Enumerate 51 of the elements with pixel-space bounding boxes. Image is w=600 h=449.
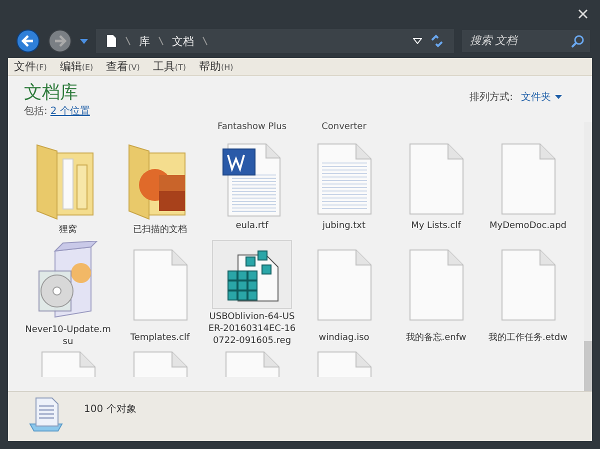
address-bar[interactable]: 库 文档: [96, 29, 454, 53]
file-label: Fantashow Plus: [217, 122, 287, 132]
file-label: 已扫描的文档: [132, 224, 188, 236]
file-label: 狸窝: [58, 224, 78, 236]
file-label: Never10-Update.msu: [24, 324, 112, 348]
includes-label: 包括:: [24, 105, 48, 118]
menu-item[interactable]: 工具(T): [152, 59, 186, 74]
refresh-icon[interactable]: [430, 34, 444, 48]
file-label: windiag.iso: [318, 332, 370, 344]
document-icon: [106, 34, 117, 48]
item-count: 100 个对象: [84, 402, 136, 416]
search-field[interactable]: 搜索 文档: [462, 30, 590, 52]
breadcrumb-separator-icon: [202, 36, 208, 46]
file-label: 我的工作任务.etdw: [487, 332, 568, 344]
arrange-dropdown[interactable]: 文件夹: [521, 90, 562, 104]
blank-file-icon: [500, 249, 556, 321]
text-file-icon: [316, 143, 372, 215]
file-label: Templates.clf: [129, 332, 191, 344]
file-item[interactable]: [212, 240, 292, 309]
history-dropdown-icon[interactable]: [80, 38, 88, 44]
blank-file-icon: [500, 143, 556, 215]
file-label: jubing.txt: [321, 220, 367, 232]
scrollbar-thumb[interactable]: [584, 341, 592, 391]
file-label: MyDemoDoc.apd: [488, 220, 568, 232]
menu-item[interactable]: 查看(V): [106, 59, 140, 74]
file-label: My Lists.clf: [410, 220, 462, 232]
menu-item[interactable]: 帮助(H): [199, 59, 234, 74]
blank-file-icon: [408, 249, 464, 321]
file-label: USBOblivion-64-USER-20160314EC-160722-091605.reg: [208, 311, 296, 347]
blank-file-icon: [132, 249, 188, 321]
word-document-icon: [222, 141, 282, 217]
menu-item[interactable]: 编辑(E): [60, 59, 94, 74]
locations-link[interactable]: 2 个位置: [50, 104, 90, 118]
blank-file-icon: [316, 249, 372, 321]
forward-button[interactable]: [48, 29, 72, 53]
file-label: eula.rtf: [234, 220, 270, 232]
arrange-label: 排列方式:: [470, 90, 513, 104]
blank-file-icon: [408, 143, 464, 215]
file-label: 我的备忘.enfw: [404, 332, 468, 344]
menu-item[interactable]: 文件(F): [14, 59, 47, 74]
search-icon[interactable]: [571, 34, 584, 48]
close-icon[interactable]: [578, 9, 588, 19]
breadcrumb-separator-icon: [125, 36, 131, 46]
breadcrumb-item[interactable]: 库: [139, 34, 150, 48]
file-label: Converter: [322, 122, 366, 132]
back-button[interactable]: [16, 29, 40, 53]
library-title: 文档库: [24, 82, 79, 104]
dropdown-icon[interactable]: [413, 38, 422, 44]
caret-icon: [555, 95, 562, 99]
breadcrumb-separator-icon: [158, 36, 164, 46]
breadcrumb-item[interactable]: 文档: [172, 34, 194, 48]
